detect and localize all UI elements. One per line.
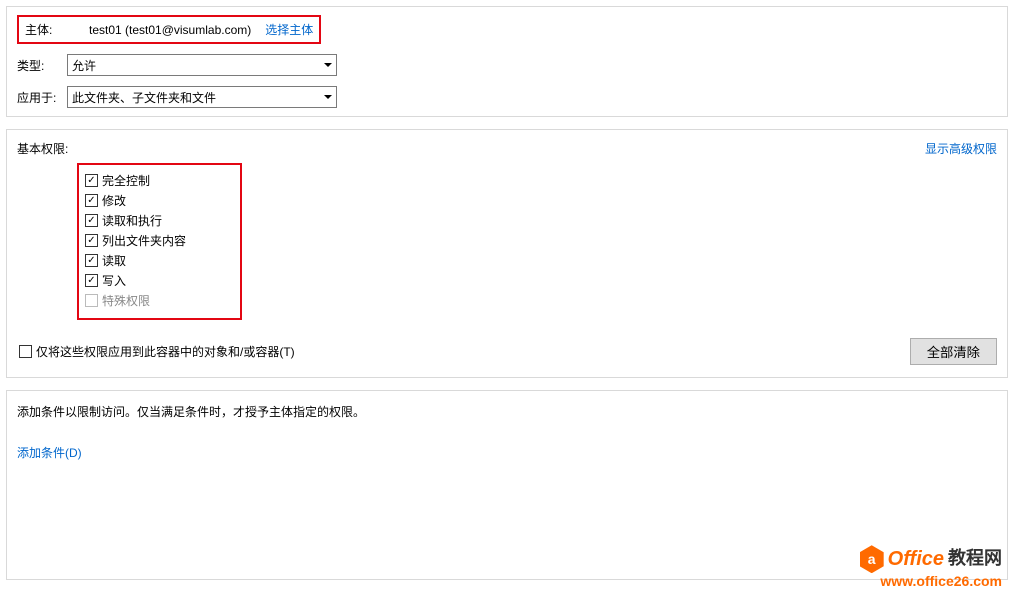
principal-highlight: 主体: test01 (test01@visumlab.com) 选择主体 (17, 15, 321, 44)
perm-item-write[interactable]: 写入 (85, 272, 234, 289)
add-condition-link[interactable]: 添加条件(D) (17, 446, 82, 460)
clear-all-button[interactable]: 全部清除 (910, 338, 997, 365)
perm-label: 读取和执行 (102, 212, 162, 229)
permissions-list-highlight: 完全控制 修改 读取和执行 列出文件夹内容 读取 写入 特殊权限 (77, 163, 242, 320)
perm-item-read[interactable]: 读取 (85, 252, 234, 269)
watermark-brand: Office (888, 547, 944, 571)
office-logo-icon: a (860, 545, 884, 573)
conditions-desc: 添加条件以限制访问。仅当满足条件时，才授予主体指定的权限。 (17, 403, 997, 420)
checkbox-icon[interactable] (85, 254, 98, 267)
perm-item-modify[interactable]: 修改 (85, 192, 234, 209)
watermark-cn: 教程网 (948, 548, 1002, 570)
perm-item-read-execute[interactable]: 读取和执行 (85, 212, 234, 229)
type-value: 允许 (72, 57, 96, 74)
checkbox-icon[interactable] (85, 214, 98, 227)
apply-only-label: 仅将这些权限应用到此容器中的对象和/或容器(T) (36, 343, 295, 360)
permissions-header: 基本权限: 显示高级权限 (17, 140, 997, 157)
perm-label: 读取 (102, 252, 126, 269)
permissions-panel: 基本权限: 显示高级权限 完全控制 修改 读取和执行 列出文件夹内容 读取 写入 (6, 129, 1008, 378)
chevron-down-icon (324, 95, 332, 99)
principal-value: test01 (test01@visumlab.com) (89, 23, 251, 37)
watermark: a Office 教程网 www.office26.com (860, 545, 1002, 590)
watermark-line1: a Office 教程网 (860, 545, 1002, 573)
principal-label: 主体: (25, 21, 75, 38)
perm-label: 特殊权限 (102, 292, 150, 309)
watermark-url: www.office26.com (860, 573, 1002, 590)
checkbox-icon[interactable] (85, 194, 98, 207)
type-select[interactable]: 允许 (67, 54, 337, 76)
type-label: 类型: (17, 57, 67, 74)
perm-label: 完全控制 (102, 172, 150, 189)
chevron-down-icon (324, 63, 332, 67)
show-advanced-link[interactable]: 显示高级权限 (925, 140, 997, 157)
principal-panel: 主体: test01 (test01@visumlab.com) 选择主体 类型… (6, 6, 1008, 117)
perm-label: 写入 (102, 272, 126, 289)
principal-row: 主体: test01 (test01@visumlab.com) 选择主体 (17, 15, 997, 44)
checkbox-icon[interactable] (85, 274, 98, 287)
type-row: 类型: 允许 (17, 54, 997, 76)
applies-to-label: 应用于: (17, 89, 67, 106)
applies-to-select[interactable]: 此文件夹、子文件夹和文件 (67, 86, 337, 108)
select-principal-link[interactable]: 选择主体 (265, 21, 313, 38)
permissions-title: 基本权限: (17, 140, 68, 157)
perm-item-list-folder[interactable]: 列出文件夹内容 (85, 232, 234, 249)
perm-item-full-control[interactable]: 完全控制 (85, 172, 234, 189)
checkbox-icon[interactable] (85, 234, 98, 247)
checkbox-icon[interactable] (85, 174, 98, 187)
apply-only-row[interactable]: 仅将这些权限应用到此容器中的对象和/或容器(T) (19, 343, 295, 360)
applies-to-value: 此文件夹、子文件夹和文件 (72, 89, 216, 106)
perm-label: 列出文件夹内容 (102, 232, 186, 249)
perm-label: 修改 (102, 192, 126, 209)
applies-to-row: 应用于: 此文件夹、子文件夹和文件 (17, 86, 997, 108)
checkbox-icon[interactable] (19, 345, 32, 358)
perm-item-special: 特殊权限 (85, 292, 234, 309)
conditions-panel: 添加条件以限制访问。仅当满足条件时，才授予主体指定的权限。 添加条件(D) (6, 390, 1008, 580)
permissions-footer: 仅将这些权限应用到此容器中的对象和/或容器(T) 全部清除 (17, 338, 997, 365)
checkbox-icon (85, 294, 98, 307)
